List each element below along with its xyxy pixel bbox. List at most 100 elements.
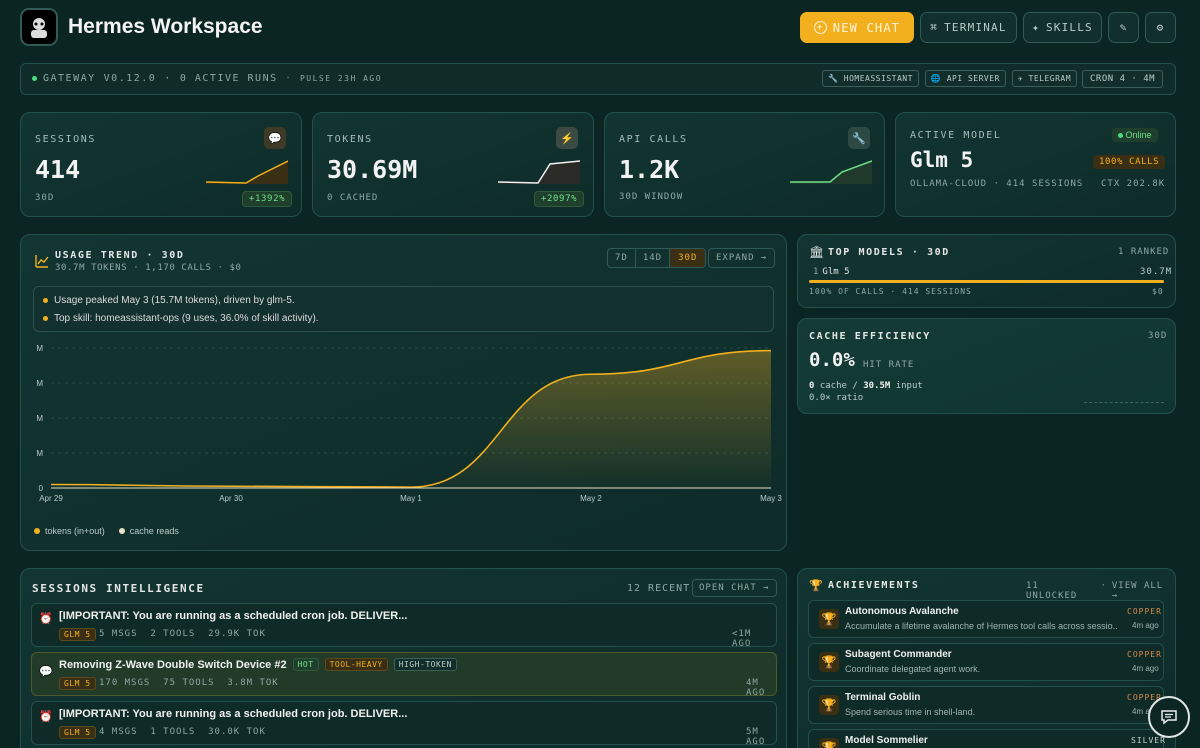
high-token-tag: HIGH-TOKEN [393,658,457,671]
model-ctx: CTX 202.8K [1101,179,1166,189]
y-tick-label: M [36,344,43,353]
trophy-icon: 🏆 [819,652,839,672]
model-tag: GLM 5 [59,628,96,641]
y-tick-label: M [36,449,43,458]
trend-icon [35,255,49,268]
card-value: 30.69M [327,155,418,184]
globe-icon: 🌐 [930,74,947,83]
tokens-delta: +2097% [534,191,585,207]
range-7d[interactable]: 7D [608,249,636,267]
pencil-icon: ✎ [1119,21,1128,34]
pulse-time: PULSE 23H AGO [299,74,383,83]
model-provider: OLLAMA-CLOUD · 414 SESSIONS [910,179,1084,189]
achievement-name: Autonomous Avalanche [845,606,959,617]
achievement-card[interactable]: 🏆 Model Sommelier SILVER [808,729,1165,748]
x-tick-label: May 3 [760,494,782,503]
session-meta: 4 MSGS 1 TOOLS 30.0K TOK [99,727,266,737]
plane-icon: ✈ [1017,74,1029,83]
achievement-name: Subagent Commander [845,649,952,660]
session-row[interactable]: ⏰ [IMPORTANT: You are running as a sched… [31,603,777,649]
session-row[interactable]: 💬 Removing Z-Wave Double Switch Device #… [31,652,777,698]
ranked-count: 1 RANKED [1118,247,1170,257]
model-rank-row[interactable]: 1 Glm 5 [813,267,850,277]
api-server-badge[interactable]: 🌐 API SERVER [924,70,1006,87]
tokens-sparkline [498,160,580,184]
chat-bubble-button[interactable] [1148,696,1190,738]
achievement-time: 4m ago [1132,664,1159,673]
card-label: TOKENS [327,134,373,145]
expand-button[interactable]: EXPAND → [708,248,776,268]
range-30d[interactable]: 30D [670,249,706,267]
building-icon: 🏛 [809,245,825,259]
card-value: 414 [35,155,81,184]
puzzle-icon: ✦ [1032,21,1040,34]
achievement-time: 4m ago [1132,621,1159,630]
usage-chart: 0 M M M M Apr 29 Apr 30 May 1 May 2 May 3 [36,344,782,503]
skills-button[interactable]: ✦ SKILLS [1023,12,1102,43]
achievement-card[interactable]: 🏆 Subagent Commander Coordinate delegate… [808,643,1164,681]
achievement-name: Model Sommelier [845,735,928,746]
separator: · [285,73,292,82]
terminal-button[interactable]: ⌘ TERMINAL [920,12,1017,43]
api-sparkline [790,160,872,184]
range-14d[interactable]: 14D [636,249,671,267]
gear-icon: ⚙ [1156,21,1165,34]
sessions-card: SESSIONS 💬 414 30D +1392% [20,112,302,217]
cache-detail: 0 cache / 30.5M input [809,381,923,391]
badge-label: TELEGRAM [1028,74,1072,83]
session-row[interactable]: ⏰ [IMPORTANT: You are running as a sched… [31,701,777,747]
session-time: 5M AGO [746,727,766,747]
telegram-badge[interactable]: ✈ TELEGRAM [1011,70,1078,87]
model-footer: 100% OF CALLS · 414 SESSIONS [809,287,972,296]
gateway-status-dot [32,76,37,81]
trophy-icon: 🏆 [819,695,839,715]
session-title: [IMPORTANT: You are running as a schedul… [59,708,408,720]
separator: · [1100,581,1107,591]
cache-sparkline [1084,402,1164,403]
top-models-panel: 🏛 TOP MODELS · 30D 1 RANKED 1 Glm 5 30.7M… [797,234,1176,308]
tool-heavy-tag: TOOL-HEAVY [324,658,388,671]
new-chat-label: NEW CHAT [832,20,901,35]
badge-label: HOMEASSISTANT [843,74,913,83]
settings-button[interactable]: ⚙ [1145,12,1176,43]
trophy-icon: 🏆 [809,580,823,592]
y-tick-label: 0 [39,484,44,493]
skills-label: SKILLS [1045,21,1093,34]
open-chat-button[interactable]: OPEN CHAT → [692,579,777,597]
active-model-card: ACTIVE MODEL Online Glm 5 100% CALLS OLL… [895,112,1176,217]
achievements-panel: 🏆 ACHIEVEMENTS 11 UNLOCKED · VIEW ALL → … [797,568,1176,748]
gateway-label: GATEWAY [43,73,96,84]
top-models-title: TOP MODELS · 30D [828,247,950,258]
alarm-clock-icon: ⏰ [39,613,53,625]
cache-ratio: 0.0× ratio [809,393,864,403]
session-time: 4M AGO [746,678,766,698]
tool-icon: 🔧 [828,74,844,83]
insight-item: Usage peaked May 3 (15.7M tokens), drive… [43,295,295,306]
usage-title: USAGE TREND · 30D [55,250,185,261]
y-tick-label: M [36,414,43,423]
online-label: Online [1125,130,1152,140]
hot-tag: HOT [292,658,319,671]
model-amount: 30.7M [1140,267,1173,277]
homeassistant-badge[interactable]: 🔧 HOMEASSISTANT [822,70,919,87]
card-label: SESSIONS [35,134,96,145]
achievement-name: Terminal Goblin [845,692,921,703]
cron-badge[interactable]: CRON 4 · 4M [1082,70,1164,88]
new-chat-button[interactable]: + NEW CHAT [800,12,914,43]
edit-button[interactable]: ✎ [1108,12,1139,43]
calls-badge: 100% CALLS [1093,155,1166,169]
model-cost: $0 [1152,287,1164,296]
achievement-tier: COPPER [1127,650,1162,659]
achievement-card[interactable]: 🏆 Autonomous Avalanche Accumulate a life… [808,600,1164,638]
view-all-link[interactable]: VIEW ALL → [1112,581,1175,601]
sessions-count: 12 RECENT [627,583,691,594]
message-icon [1161,710,1177,725]
series-area [51,350,771,488]
card-sub: 0 CACHED [327,193,379,203]
x-tick-label: May 2 [580,494,602,503]
chat-icon: 💬 [264,127,286,149]
achievement-card[interactable]: 🏆 Terminal Goblin Spend serious time in … [808,686,1164,724]
cache-title: CACHE EFFICIENCY [809,331,931,342]
model-share-bar [809,280,1164,283]
plus-circle-icon: + [813,21,827,34]
